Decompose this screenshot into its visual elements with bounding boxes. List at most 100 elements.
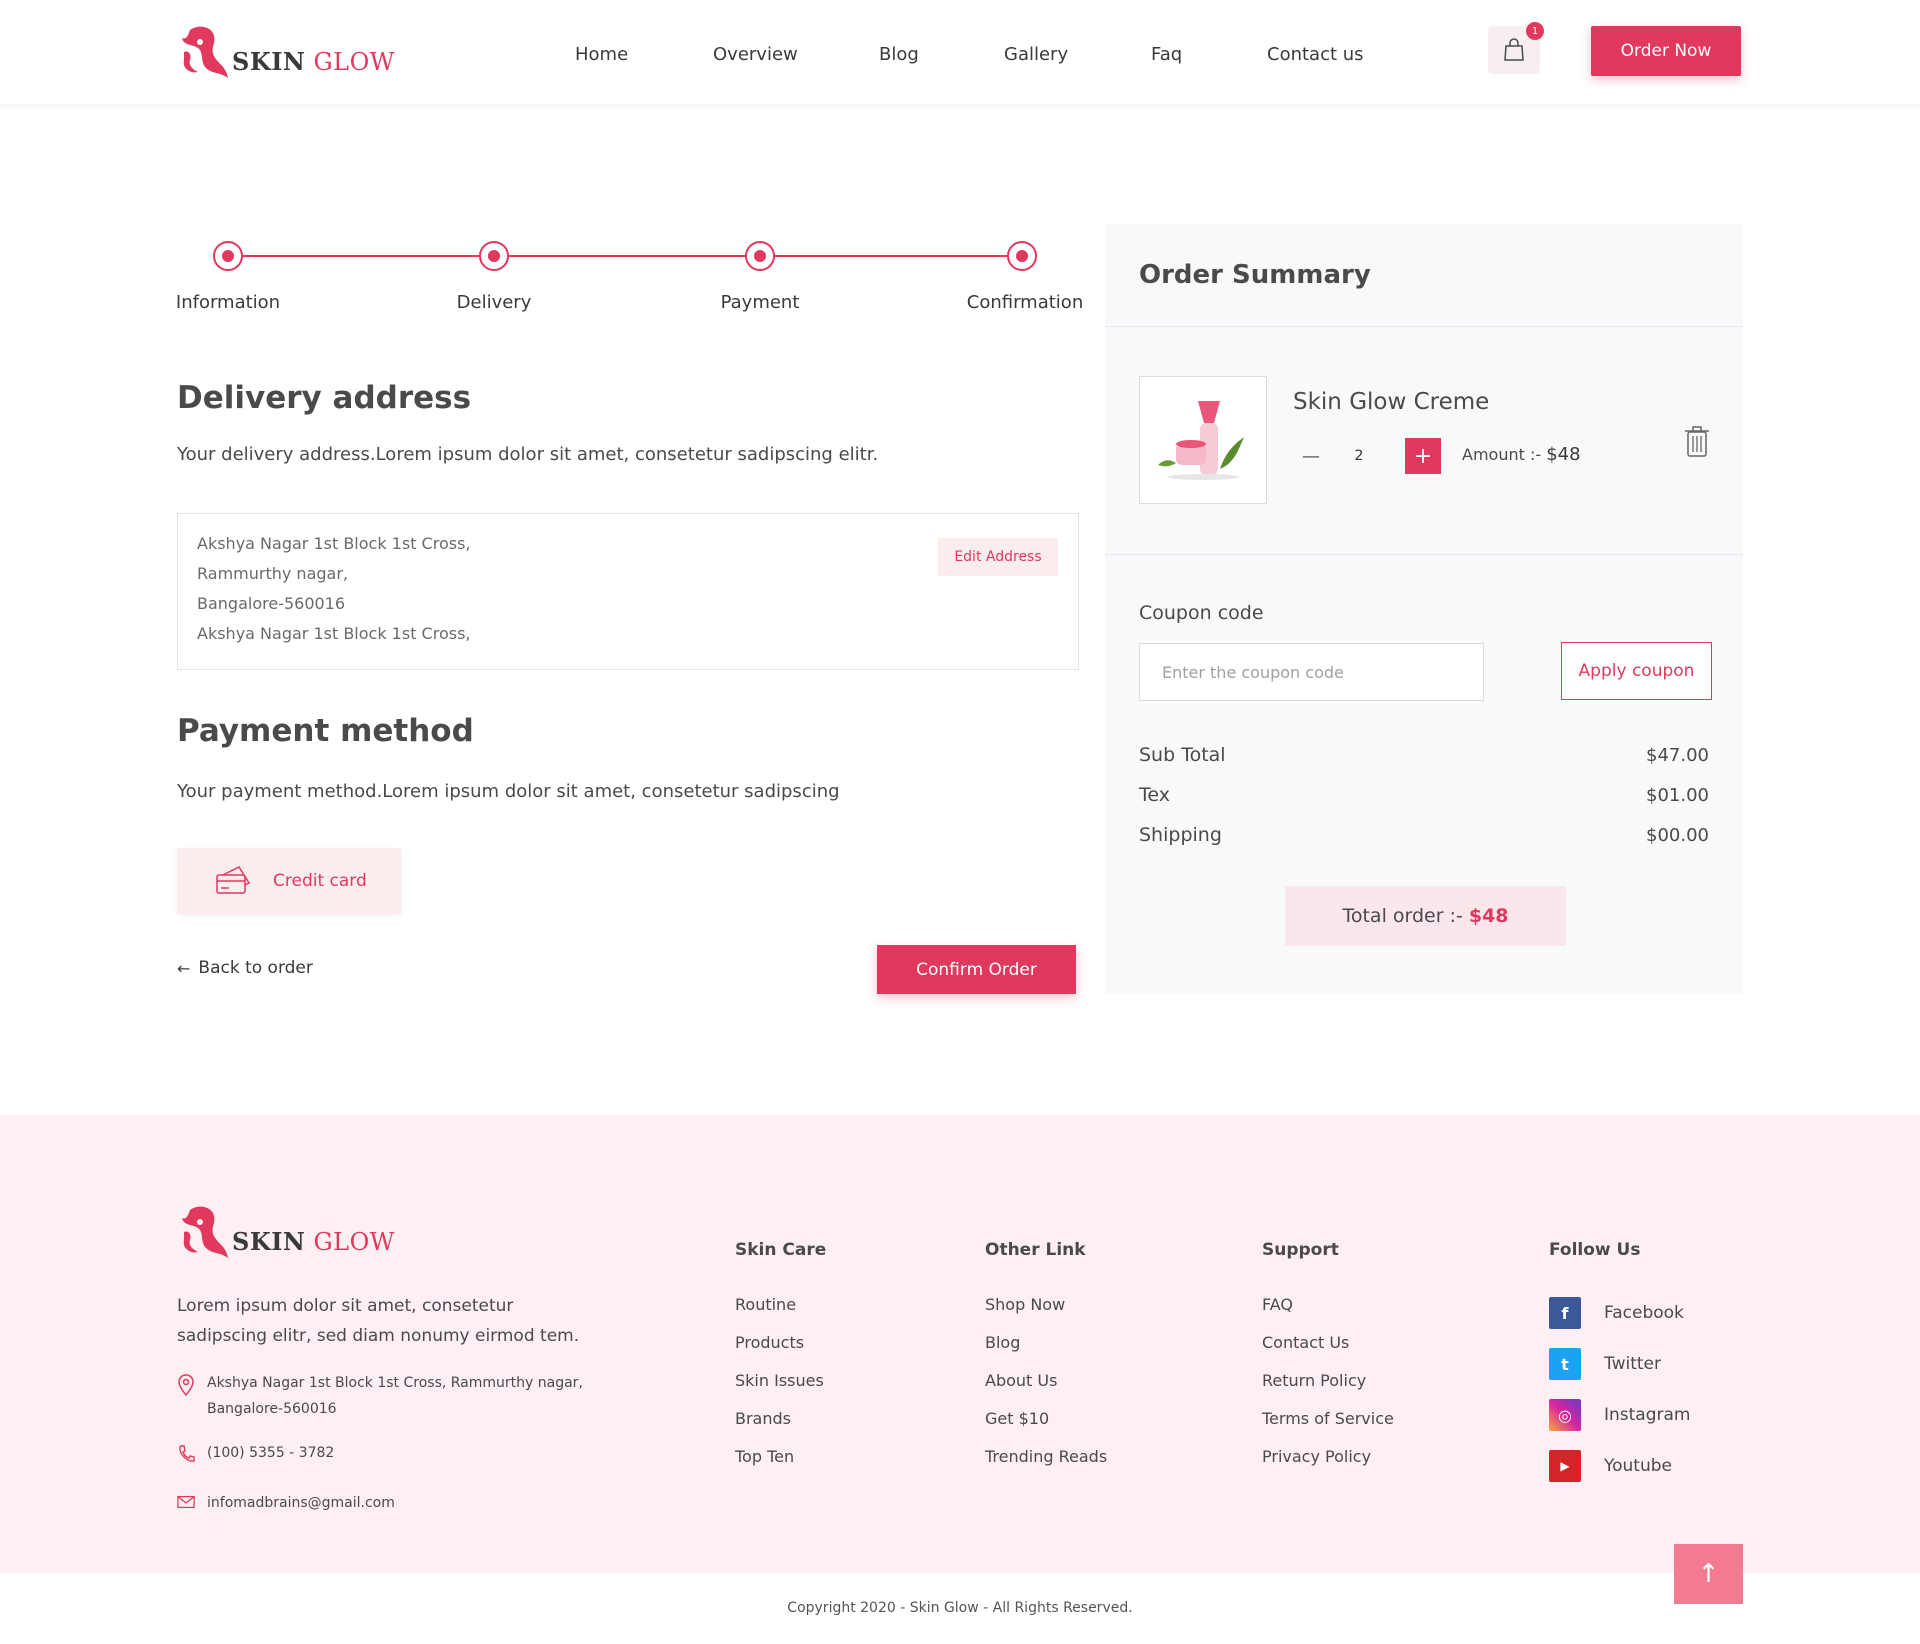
footer-link[interactable]: Get $10 [985, 1409, 1049, 1428]
coupon-label: Coupon code [1139, 602, 1264, 624]
order-summary-panel: Order Summary Skin Glow Creme — 2 + Amou… [1105, 224, 1743, 994]
amount-label: Amount :- [1462, 445, 1547, 464]
footer-address-line: Bangalore-560016 [207, 1401, 337, 1417]
logo-mark-icon [182, 1206, 228, 1258]
shipping-label: Shipping [1139, 824, 1222, 846]
footer-link[interactable]: Return Policy [1262, 1371, 1366, 1390]
social-youtube[interactable]: ▶ Youtube [1549, 1450, 1672, 1482]
scroll-to-top-button[interactable]: ↑ [1674, 1544, 1743, 1604]
address-line: Rammurthy nagar, [197, 564, 348, 583]
footer-email-text: infomadbrains@gmail.com [207, 1495, 395, 1511]
address-card: Akshya Nagar 1st Block 1st Cross, Rammur… [177, 513, 1079, 670]
quantity-increase-button[interactable]: + [1405, 438, 1441, 474]
back-to-order-link[interactable]: ← Back to order [177, 958, 313, 978]
address-line: Akshya Nagar 1st Block 1st Cross, [197, 534, 471, 553]
order-now-button[interactable]: Order Now [1591, 26, 1741, 76]
step-dot-information[interactable] [213, 241, 243, 271]
footer-follow-title: Follow Us [1549, 1240, 1641, 1260]
mail-icon [177, 1495, 195, 1509]
footer-link[interactable]: Top Ten [735, 1447, 794, 1466]
location-pin-icon [178, 1374, 194, 1396]
site-footer: SKIN GLOW Lorem ipsum dolor sit amet, co… [0, 1115, 1920, 1573]
footer-link[interactable]: Blog [985, 1333, 1020, 1352]
footer-about-line: Lorem ipsum dolor sit amet, consetetur [177, 1296, 514, 1316]
social-label: Facebook [1604, 1303, 1684, 1323]
stepper-line [228, 255, 1023, 257]
amount-text: Amount :- $48 [1462, 444, 1581, 465]
footer-link[interactable]: About Us [985, 1371, 1057, 1390]
site-header: SKIN GLOW Home Overview Blog Gallery Faq… [0, 0, 1920, 104]
cart-count-badge: 1 [1526, 22, 1544, 40]
phone-icon [179, 1445, 195, 1462]
shipping-value: $00.00 [1646, 825, 1709, 846]
footer-link[interactable]: Shop Now [985, 1295, 1065, 1314]
nav-faq[interactable]: Faq [1151, 44, 1182, 65]
nav-blog[interactable]: Blog [879, 44, 919, 65]
social-instagram[interactable]: ◎ Instagram [1549, 1399, 1691, 1431]
logo-skin-text: SKIN [232, 1226, 306, 1256]
footer-phone-text: (100) 5355 - 3782 [207, 1445, 335, 1461]
footer-col-title: Support [1262, 1240, 1339, 1260]
footer-email[interactable]: infomadbrains@gmail.com [177, 1490, 395, 1516]
quantity-decrease-button[interactable]: — [1293, 438, 1329, 474]
confirm-order-button[interactable]: Confirm Order [877, 945, 1076, 994]
nav-contact[interactable]: Contact us [1267, 44, 1364, 65]
logo-skin-text: SKIN [232, 46, 306, 76]
footer-link[interactable]: Products [735, 1333, 804, 1352]
delivery-title: Delivery address [177, 380, 472, 416]
nav-overview[interactable]: Overview [713, 44, 798, 65]
apply-coupon-button[interactable]: Apply coupon [1561, 642, 1712, 700]
social-twitter[interactable]: t Twitter [1549, 1348, 1661, 1380]
product-image-art [1158, 401, 1244, 480]
coupon-input[interactable] [1139, 643, 1484, 701]
trash-icon[interactable] [1683, 424, 1711, 458]
footer-about: Lorem ipsum dolor sit amet, consetetur s… [177, 1291, 579, 1351]
step-dot-confirmation[interactable] [1007, 241, 1037, 271]
delivery-description: Your delivery address.Lorem ipsum dolor … [177, 444, 879, 465]
facebook-icon: f [1549, 1297, 1581, 1329]
step-dot-delivery[interactable] [479, 241, 509, 271]
total-order-label: Total order :- [1342, 905, 1463, 927]
product-image [1139, 376, 1267, 504]
instagram-icon: ◎ [1549, 1399, 1581, 1431]
footer-link[interactable]: Skin Issues [735, 1371, 824, 1390]
footer-link[interactable]: Terms of Service [1262, 1409, 1394, 1428]
edit-address-button[interactable]: Edit Address [938, 538, 1058, 576]
nav-gallery[interactable]: Gallery [1004, 44, 1068, 65]
arrow-left-icon: ← [177, 958, 191, 978]
social-facebook[interactable]: f Facebook [1549, 1297, 1684, 1329]
footer-link[interactable]: Routine [735, 1295, 796, 1314]
total-order-value: $48 [1468, 905, 1509, 927]
footer-phone[interactable]: (100) 5355 - 3782 [177, 1440, 334, 1466]
quantity-value[interactable]: 2 [1341, 438, 1377, 474]
address-line: Akshya Nagar 1st Block 1st Cross, [197, 624, 471, 643]
footer-link[interactable]: FAQ [1262, 1295, 1293, 1314]
payment-description: Your payment method.Lorem ipsum dolor si… [177, 781, 840, 802]
step-label-payment: Payment [720, 292, 800, 313]
brand-logo[interactable]: SKIN GLOW [176, 22, 395, 84]
youtube-icon: ▶ [1549, 1450, 1581, 1482]
step-label-information: Information [175, 292, 281, 313]
footer-address-line: Akshya Nagar 1st Block 1st Cross, Rammur… [207, 1375, 583, 1391]
footer-col-title: Skin Care [735, 1240, 827, 1260]
arrow-up-icon: ↑ [1697, 1559, 1720, 1589]
footer-link[interactable]: Contact Us [1262, 1333, 1349, 1352]
nav-home[interactable]: Home [575, 44, 628, 65]
divider [1105, 326, 1743, 327]
step-dot-payment[interactable] [745, 241, 775, 271]
tax-label: Tex [1139, 784, 1170, 806]
back-to-order-label: Back to order [198, 958, 313, 978]
footer-link[interactable]: Trending Reads [985, 1447, 1107, 1466]
payment-title: Payment method [177, 713, 474, 749]
subtotal-value: $47.00 [1646, 745, 1709, 766]
social-label: Instagram [1604, 1405, 1691, 1425]
footer-link[interactable]: Brands [735, 1409, 791, 1428]
product-name: Skin Glow Creme [1293, 389, 1490, 415]
footer-link[interactable]: Privacy Policy [1262, 1447, 1371, 1466]
amount-value: $48 [1546, 444, 1581, 465]
footer-logo[interactable]: SKIN GLOW [176, 1202, 395, 1264]
divider [1105, 554, 1743, 555]
footer-col-title: Other Link [985, 1240, 1086, 1260]
credit-card-option[interactable]: Credit card [177, 848, 401, 914]
credit-card-icon [216, 866, 251, 894]
